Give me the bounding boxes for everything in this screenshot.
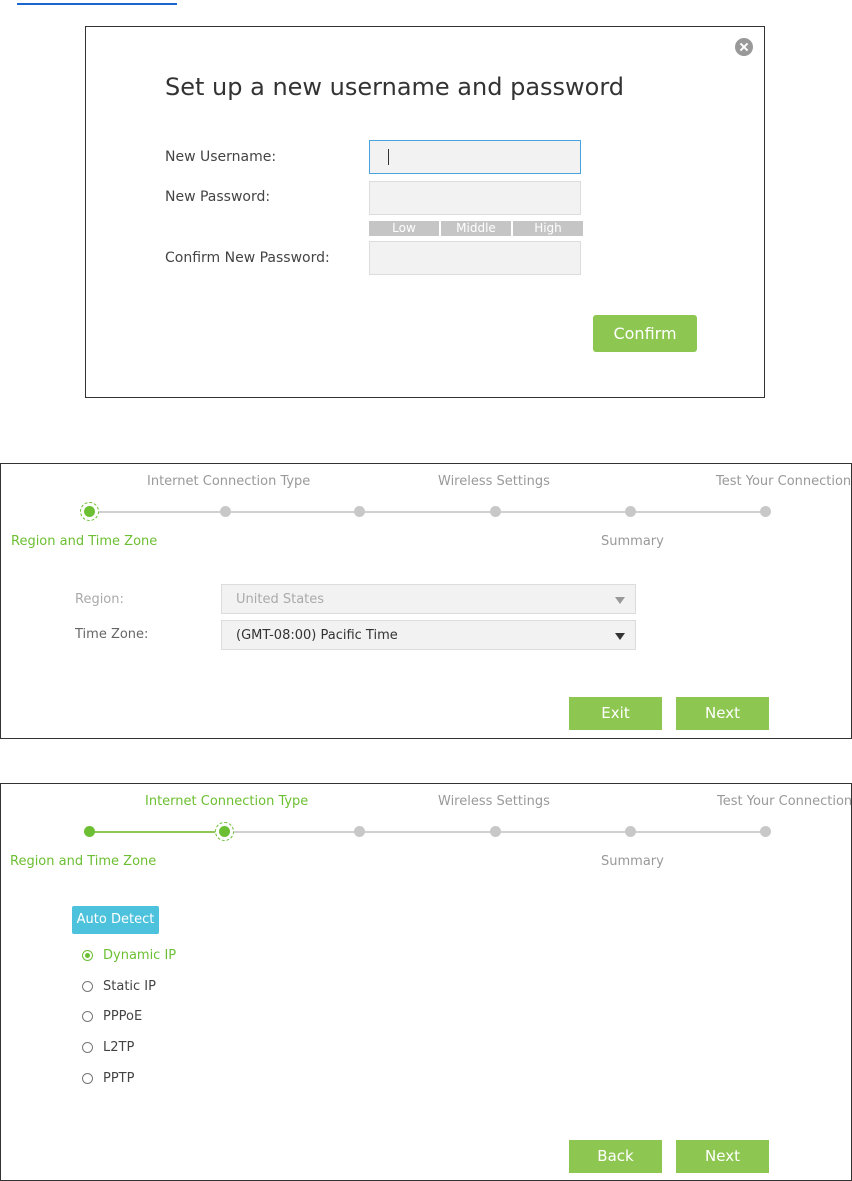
confirm-button[interactable]: Confirm xyxy=(593,315,697,352)
step-dot-wireless xyxy=(490,506,501,517)
step-label-internet: Internet Connection Type xyxy=(147,474,311,489)
step-dot-3 xyxy=(354,506,365,517)
radio-label: PPTP xyxy=(103,1070,135,1086)
step-dot-internet xyxy=(220,506,231,517)
chevron-down-icon[interactable] xyxy=(615,633,625,640)
radio-static-ip[interactable]: Static IP xyxy=(82,978,156,994)
strength-high: High xyxy=(511,221,583,236)
auto-detect-button[interactable]: Auto Detect xyxy=(72,906,159,934)
new-password-input[interactable] xyxy=(369,181,581,215)
radio-icon[interactable] xyxy=(82,1072,93,1084)
radio-label: PPPoE xyxy=(103,1008,143,1024)
progress-track xyxy=(89,511,765,513)
step-dot-3 xyxy=(354,826,365,837)
back-button[interactable]: Back xyxy=(569,1140,662,1173)
timezone-label: Time Zone: xyxy=(75,627,149,642)
radio-icon[interactable] xyxy=(82,1010,93,1022)
radio-label: Static IP xyxy=(103,978,156,994)
step-label-wireless: Wireless Settings xyxy=(438,794,550,809)
radio-label: Dynamic IP xyxy=(103,947,177,963)
radio-checked-icon[interactable] xyxy=(82,949,93,961)
region-timezone-step: Internet Connection Type Wireless Settin… xyxy=(0,463,852,739)
internet-connection-step: Internet Connection Type Wireless Settin… xyxy=(0,783,852,1181)
password-label: New Password: xyxy=(165,189,271,205)
step-dot-test xyxy=(760,826,771,837)
step-label-test: Test Your Connection xyxy=(716,474,852,489)
step-dot-internet xyxy=(215,822,234,841)
radio-icon[interactable] xyxy=(82,980,93,992)
step-label-test: Test Your Connection xyxy=(717,794,852,809)
dialog-title: Set up a new username and password xyxy=(165,73,625,101)
radio-l2tp[interactable]: L2TP xyxy=(82,1039,134,1055)
step-dot-wireless xyxy=(490,826,501,837)
region-value: United States xyxy=(236,592,325,607)
radio-pptp[interactable]: PPTP xyxy=(82,1070,134,1086)
progress-track-completed xyxy=(89,831,224,833)
close-icon[interactable] xyxy=(735,38,753,56)
password-strength-meter: Low Middle High xyxy=(369,221,583,236)
account-setup-dialog: Set up a new username and password New U… xyxy=(85,26,765,398)
exit-button[interactable]: Exit xyxy=(569,697,662,730)
step-label-region: Region and Time Zone xyxy=(10,854,157,869)
radio-label: L2TP xyxy=(103,1039,135,1055)
step-dot-region xyxy=(80,502,99,521)
region-label: Region: xyxy=(75,592,124,607)
strength-middle: Middle xyxy=(439,221,511,236)
confirm-password-label: Confirm New Password: xyxy=(165,250,330,266)
next-button[interactable]: Next xyxy=(676,1140,769,1173)
new-username-input[interactable] xyxy=(369,140,581,174)
step-dot-test xyxy=(760,506,771,517)
step-dot-summary xyxy=(625,826,636,837)
step-label-region: Region and Time Zone xyxy=(11,534,158,549)
username-label: New Username: xyxy=(165,149,277,165)
next-button[interactable]: Next xyxy=(676,697,769,730)
timezone-value: (GMT-08:00) Pacific Time xyxy=(236,628,398,643)
chevron-down-icon xyxy=(615,597,625,604)
radio-icon[interactable] xyxy=(82,1041,93,1053)
step-label-wireless: Wireless Settings xyxy=(438,474,550,489)
step-dot-summary xyxy=(625,506,636,517)
radio-pppoe[interactable]: PPPoE xyxy=(82,1008,142,1024)
step-dot-region xyxy=(84,826,95,837)
step-label-summary: Summary xyxy=(601,854,664,869)
radio-dynamic-ip[interactable]: Dynamic IP xyxy=(82,947,176,963)
timezone-select[interactable]: (GMT-08:00) Pacific Time xyxy=(221,620,636,650)
text-caret xyxy=(388,149,389,165)
step-label-summary: Summary xyxy=(601,534,664,549)
step-label-internet: Internet Connection Type xyxy=(145,794,309,809)
region-select: United States xyxy=(221,584,636,614)
top-link-underline[interactable] xyxy=(17,0,177,5)
strength-low: Low xyxy=(369,221,439,236)
confirm-password-input[interactable] xyxy=(369,241,581,275)
